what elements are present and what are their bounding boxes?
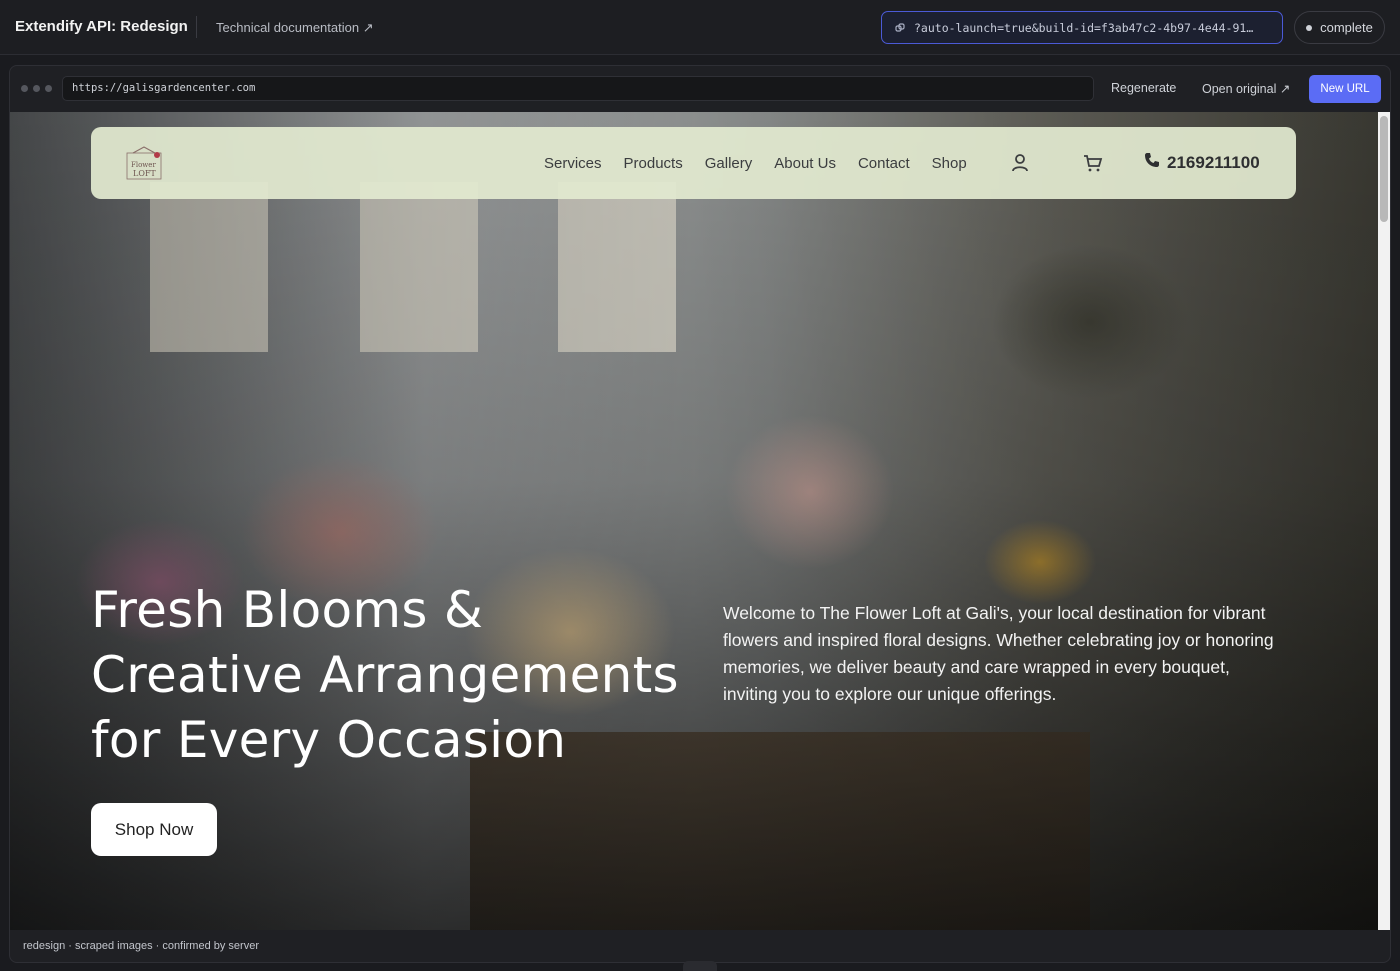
svg-text:LOFT: LOFT <box>133 169 156 178</box>
scrollbar-thumb[interactable] <box>1380 116 1388 222</box>
site-viewport: Flower LOFT Services Products Gallery Ab… <box>10 112 1390 930</box>
frame-footer-note: redesign · scraped images · confirmed by… <box>23 940 259 952</box>
flower-loft-logo[interactable]: Flower LOFT <box>121 145 167 181</box>
nav-gallery[interactable]: Gallery <box>705 155 753 172</box>
window-dots <box>21 85 52 92</box>
site-navbar: Flower LOFT Services Products Gallery Ab… <box>91 127 1296 199</box>
nav-services[interactable]: Services <box>544 155 602 172</box>
nav-products[interactable]: Products <box>624 155 683 172</box>
status-badge: complete <box>1294 11 1385 44</box>
phone-number[interactable]: 2169211100 <box>1144 152 1260 173</box>
hero-title: Fresh Blooms & Creative Arrangements for… <box>91 578 681 773</box>
open-original-button[interactable]: Open original ↗ <box>1202 81 1290 96</box>
logo-text: Flower <box>131 161 156 169</box>
hero-title-line: for Every Occasion <box>91 711 567 769</box>
frame-toolbar: https://galisgardencenter.com Regenerate… <box>10 66 1390 112</box>
app-title: Extendify API: Redesign <box>15 18 188 35</box>
regenerate-button[interactable]: Regenerate <box>1111 81 1176 95</box>
nav-contact[interactable]: Contact <box>858 155 910 172</box>
cart-icon[interactable] <box>1083 153 1103 177</box>
shop-now-button[interactable]: Shop Now <box>91 803 217 856</box>
technical-documentation-link[interactable]: Technical documentation ↗ <box>216 20 374 36</box>
header-divider <box>196 16 197 38</box>
hero-title-line: Fresh Blooms & <box>91 581 484 639</box>
app-header: Extendify API: Redesign Technical docume… <box>0 0 1400 55</box>
link-icon <box>895 22 905 33</box>
phone-text: 2169211100 <box>1167 152 1260 172</box>
new-url-button[interactable]: New URL <box>1309 75 1381 103</box>
phone-icon <box>1144 152 1160 173</box>
preview-frame: https://galisgardencenter.com Regenerate… <box>9 65 1391 963</box>
address-bar[interactable]: https://galisgardencenter.com <box>62 76 1094 101</box>
build-url-text: ?auto-launch=true&build-id=f3ab47c2-4b97… <box>914 20 1254 35</box>
nav-about-us[interactable]: About Us <box>774 155 836 172</box>
hero-title-line: Creative Arrangements <box>91 646 679 704</box>
scrollbar-track[interactable] <box>1378 112 1390 930</box>
user-icon[interactable] <box>1011 153 1029 177</box>
build-url-chip[interactable]: ?auto-launch=true&build-id=f3ab47c2-4b97… <box>881 11 1283 44</box>
site-nav-links: Services Products Gallery About Us Conta… <box>544 127 967 199</box>
hero-description: Welcome to The Flower Loft at Gali's, yo… <box>723 603 1274 704</box>
nav-shop[interactable]: Shop <box>932 155 967 172</box>
status-dot-icon <box>1306 24 1313 31</box>
status-text: complete <box>1320 20 1373 35</box>
panel-drag-handle[interactable] <box>683 961 717 971</box>
